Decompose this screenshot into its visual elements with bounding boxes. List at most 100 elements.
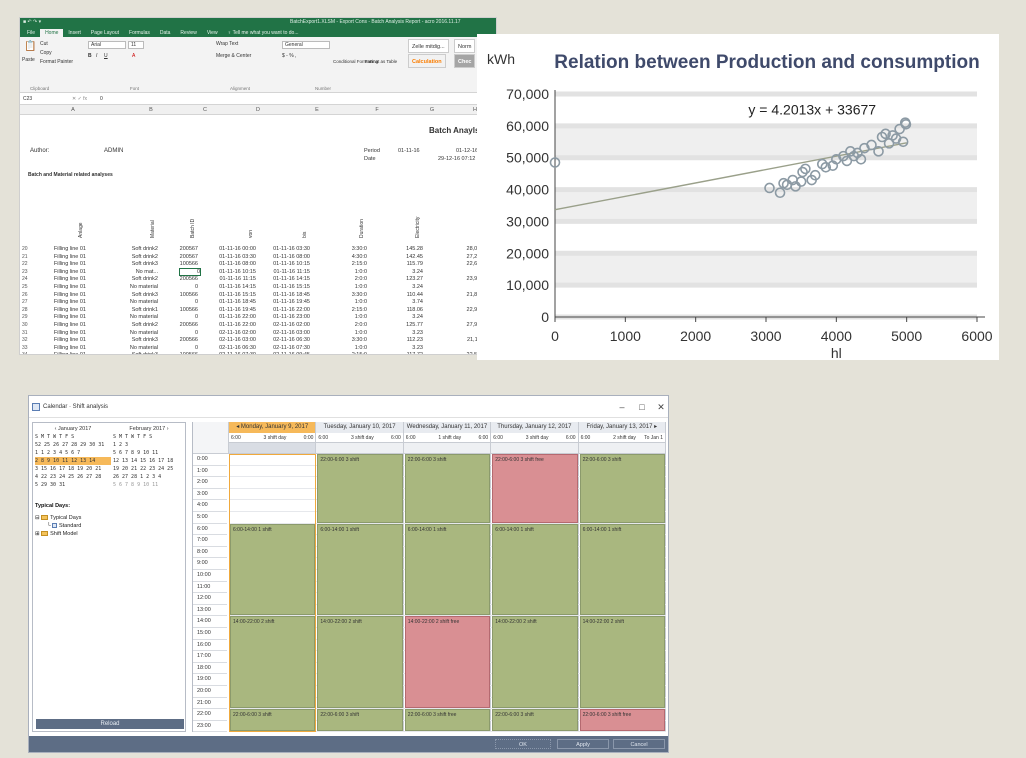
mini-month-january[interactable]: ‹ January 2017 S M T W T F S 52 25 26 27… [35,425,111,489]
table-cell[interactable]: No mat... [136,269,158,275]
table-cell[interactable]: 2:15:0 [352,261,367,267]
row-number[interactable]: 28 [20,307,34,313]
table-cell[interactable]: 01-11-16 14:15 [273,276,310,282]
table-cell[interactable]: Filling line 01 [54,337,86,343]
table-cell[interactable]: 4:30:0 [352,254,367,260]
day-header[interactable]: Friday, January 13, 2017 ▸ [578,422,666,433]
tree-item-shift-model[interactable]: ⊞ Shift Model [35,530,81,538]
tab-review[interactable]: Review [175,29,201,37]
tab-home[interactable]: Home [40,29,64,37]
table-cell[interactable]: 01-11-16 11:15 [274,269,311,275]
table-cell[interactable]: Filling line 01 [54,246,86,252]
table-column-header[interactable]: Anlage [78,222,84,238]
table-cell[interactable]: No material [130,314,158,320]
table-cell[interactable]: 01-11-16 03:30 [219,254,256,260]
tab-page-layout[interactable]: Page Layout [86,29,124,37]
table-cell[interactable]: 110.44 [407,292,423,298]
number-format-select[interactable]: General [282,41,330,49]
table-cell[interactable]: Filling line 01 [54,314,86,320]
table-cell[interactable]: 01-11-16 10:15 [219,269,256,275]
table-cell[interactable]: 01-11-16 14:15 [219,284,256,290]
mini-month-february[interactable]: February 2017 › S M T W T F S 1 2 3 5 6 … [113,425,185,489]
shift-block[interactable]: 22:00-6:00 3 shift [492,709,578,732]
quick-access-toolbar[interactable]: ■ ↶ ↷ ▾ [23,18,41,27]
day-shift-bar[interactable] [316,443,404,454]
mini-month-week[interactable]: 52 25 26 27 28 29 30 31 [35,441,111,449]
style-calculation[interactable]: Calculation [408,54,446,68]
row-number[interactable]: 32 [20,337,34,343]
shift-block[interactable]: 22:00-6:00 3 shift free [404,709,491,732]
table-cell[interactable]: 200566 [180,276,198,282]
table-cell[interactable]: 02-11-16 02:00 [219,330,256,336]
shift-block[interactable]: 6:00-14:00 1 shift [492,523,578,616]
mini-month-week[interactable]: 4 22 23 24 25 26 27 28 [35,473,111,481]
table-cell[interactable]: 2:0:0 [355,276,367,282]
table-cell[interactable]: 3.24 [412,269,423,275]
minimize-icon[interactable]: – [612,396,632,418]
table-cell[interactable]: 3.24 [412,314,423,320]
day-shift-label[interactable]: 6:00 3 shift day 6:00 [316,433,404,443]
style-normal[interactable]: Norm [454,39,476,53]
shift-block[interactable]: 14:00-22:00 2 shift free [404,616,491,709]
table-cell[interactable]: 0 [195,314,198,320]
table-cell[interactable]: Soft drink2 [132,322,158,328]
italic-button[interactable]: I [96,53,97,59]
table-cell[interactable]: 1:0:0 [355,345,367,351]
reload-button[interactable]: Reload [36,719,184,729]
day-shift-bar[interactable] [403,443,492,454]
table-cell[interactable]: 115.79 [407,261,423,267]
ok-button[interactable]: OK [495,739,551,749]
formula-input[interactable]: 0 [100,93,103,105]
tab-insert[interactable]: Insert [63,29,86,37]
bold-button[interactable]: B [88,53,92,59]
table-cell[interactable]: 3.74 [412,299,423,305]
table-cell[interactable]: 01-11-16 23:00 [273,314,310,320]
cut-button[interactable]: Cut [40,41,48,47]
shift-block[interactable]: 22:00-6:00 3 shift [317,454,403,523]
table-cell[interactable]: Filling line 01 [54,284,86,290]
table-column-header[interactable]: Batch ID [190,219,196,238]
day-shift-bar[interactable] [229,443,317,454]
table-cell[interactable]: 0 [179,267,201,276]
mini-month-week[interactable]: 1 1 2 3 4 5 6 7 [35,449,111,457]
table-cell[interactable]: 2:15:0 [352,307,367,313]
table-cell[interactable]: 2:0:0 [355,322,367,328]
table-column-header[interactable]: von [248,230,254,238]
table-cell[interactable]: 100566 [180,292,198,298]
table-cell[interactable]: Soft drink3 [132,261,158,267]
name-box[interactable]: C23 [23,93,53,105]
table-cell[interactable]: 142.45 [406,254,423,260]
table-cell[interactable]: 01-11-16 03:30 [273,246,310,252]
mini-month-title[interactable]: February 2017 › [113,425,185,433]
table-cell[interactable]: 3:30:0 [352,292,367,298]
column-header[interactable]: F [372,105,382,115]
shift-block[interactable]: 22:00-6:00 3 shift [317,709,403,732]
row-number[interactable]: 24 [20,276,34,282]
mini-month-week[interactable]: 5 6 7 8 9 10 11 [113,481,185,489]
tab-view[interactable]: View [202,29,223,37]
format-as-table-button[interactable]: Format as Table [365,59,397,64]
table-cell[interactable]: Filling line 01 [54,322,86,328]
font-color-icon[interactable]: A [132,53,135,59]
table-cell[interactable]: Filling line 01 [54,261,86,267]
table-cell[interactable]: 01-11-16 19:45 [273,299,310,305]
table-cell[interactable]: 100566 [180,307,198,313]
table-cell[interactable]: 0 [195,299,198,305]
table-cell[interactable]: 1:0:0 [355,299,367,305]
table-cell[interactable]: Soft drink2 [132,254,158,260]
table-cell[interactable]: Soft drink2 [132,246,158,252]
table-cell[interactable]: 1:0:0 [355,314,367,320]
column-header[interactable]: G [427,105,437,115]
table-cell[interactable]: 02-11-16 03:00 [219,337,256,343]
style-check[interactable]: Chec [454,54,476,68]
mini-month-title[interactable]: ‹ January 2017 [35,425,111,433]
shift-block[interactable]: 14:00-22:00 2 shift [230,616,316,709]
row-number[interactable]: 31 [20,330,34,336]
table-cell[interactable]: 0 [195,345,198,351]
table-cell[interactable]: 125.77 [406,322,423,328]
worksheet[interactable]: Batch Anaylse Author: ADMIN Period 01-11… [20,116,496,354]
day-header[interactable]: Tuesday, January 10, 2017 [316,422,404,433]
row-number[interactable]: 23 [20,269,34,275]
row-number[interactable]: 26 [20,292,34,298]
table-cell[interactable]: 02-11-16 06:30 [219,345,256,351]
